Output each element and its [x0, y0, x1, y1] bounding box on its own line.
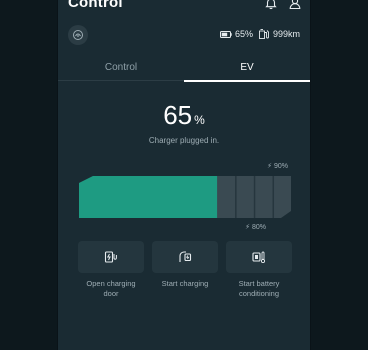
upper-limit-value: 90%	[273, 163, 288, 170]
charge-percent-unit: %	[194, 113, 205, 127]
battery-conditioning-button[interactable]	[226, 241, 292, 273]
tab-control[interactable]: Control	[58, 54, 184, 81]
tab-ev[interactable]: EV	[184, 54, 310, 82]
charger-status-text: Charger plugged in.	[148, 136, 220, 145]
action-open-charging-door: Open charging door	[78, 241, 144, 299]
battery-conditioning-label: Start battery conditioning	[238, 279, 280, 298]
open-charging-door-label: Open charging door	[86, 279, 136, 298]
tab-bar: Control EV	[58, 54, 310, 82]
vehicle-status: 65% 999km	[219, 29, 300, 39]
upper-charge-limit: ⚡︎ 90%	[267, 162, 288, 170]
start-charging-button[interactable]	[152, 241, 218, 273]
battery-level-bar	[79, 176, 291, 218]
charging-door-icon	[104, 251, 117, 263]
screen-background: Control 65% 999km Control EV 65 % Charge…	[0, 0, 368, 350]
range-status: 999km	[259, 29, 300, 39]
battery-fill	[79, 176, 218, 218]
bell-icon[interactable]	[264, 0, 278, 10]
lower-limit-value: 80%	[251, 224, 266, 231]
action-battery-conditioning: Start battery conditioning	[226, 241, 292, 299]
user-icon[interactable]	[288, 0, 302, 10]
action-start-charging: Start charging	[152, 241, 218, 299]
charge-percent: 65%	[58, 100, 310, 131]
charge-percent-value: 65	[163, 100, 193, 130]
bolt-icon: ⚡︎	[267, 163, 273, 170]
action-row: Open charging door Start charging Start …	[78, 241, 292, 299]
lower-charge-limit: ⚡︎ 80%	[245, 223, 266, 231]
bolt-icon: ⚡︎	[245, 224, 251, 231]
header: Control	[58, 0, 310, 22]
start-charging-label: Start charging	[161, 279, 209, 288]
battery-conditioning-icon	[252, 251, 266, 264]
app-window: Control 65% 999km Control EV 65 % Charge…	[57, 0, 311, 350]
battery-percent: 65%	[234, 29, 253, 39]
start-charging-icon	[179, 251, 192, 262]
page-title: Control	[68, 0, 123, 11]
open-charging-door-button[interactable]	[78, 241, 144, 273]
battery-icon	[219, 30, 232, 38]
battery-status: 65%	[219, 29, 253, 39]
range-value: 999km	[272, 29, 300, 39]
car-avatar-icon[interactable]	[68, 25, 88, 45]
range-icon	[259, 29, 269, 39]
